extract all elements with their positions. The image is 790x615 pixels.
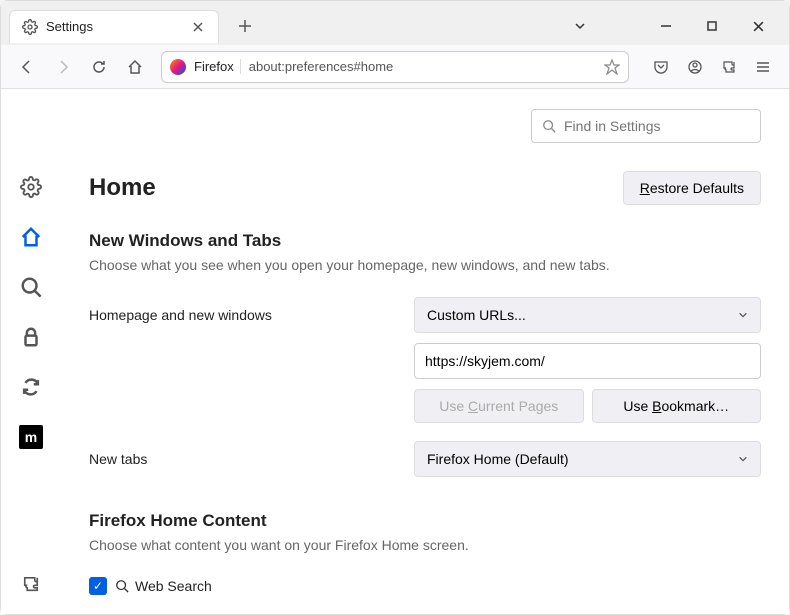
use-bookmark-button[interactable]: Use Bookmark… [592,389,762,423]
forward-button[interactable] [47,51,79,83]
reload-button[interactable] [83,51,115,83]
sidebar-item-search[interactable] [13,269,49,305]
sidebar-item-home[interactable] [13,219,49,255]
tab-title: Settings [46,19,182,34]
search-icon [542,119,556,133]
sidebar-item-general[interactable] [13,169,49,205]
newtabs-label: New tabs [89,451,414,467]
extensions-icon[interactable] [713,51,745,83]
sidebar-item-sync[interactable] [13,369,49,405]
minimize-button[interactable] [643,10,689,42]
url-bar[interactable]: Firefox about:preferences#home [161,51,629,83]
sidebar-item-privacy[interactable] [13,319,49,355]
restore-defaults-button[interactable]: Restore Defaults [623,171,761,205]
chevron-down-icon [738,454,748,464]
new-tab-button[interactable] [231,12,259,40]
maximize-button[interactable] [689,10,735,42]
menu-icon[interactable] [747,51,779,83]
content-pane: m Home Restore Defaults New Windows and … [1,89,789,614]
settings-sidebar: m [1,89,61,614]
close-window-button[interactable] [735,10,781,42]
page-title: Home [89,174,156,202]
sidebar-item-mozilla[interactable]: m [13,419,49,455]
gear-icon [22,19,38,35]
tab-bar: Settings [1,1,789,45]
search-icon [115,579,129,593]
url-prefix: Firefox [194,59,241,74]
section-description: Choose what you see when you open your h… [89,257,761,273]
tab-settings[interactable]: Settings [9,10,219,43]
section-title-windows-tabs: New Windows and Tabs [89,231,761,251]
sidebar-item-extensions[interactable] [13,566,49,602]
homepage-url-input[interactable] [414,343,761,379]
window-controls [557,10,781,42]
chevron-down-icon[interactable] [557,10,603,42]
url-text: about:preferences#home [249,59,596,74]
settings-search[interactable] [531,109,761,143]
close-icon[interactable] [190,19,206,35]
mozilla-icon: m [19,425,43,449]
home-content-description: Choose what content you want on your Fir… [89,537,761,553]
account-icon[interactable] [679,51,711,83]
homepage-select[interactable]: Custom URLs... [414,297,761,333]
pocket-icon[interactable] [645,51,677,83]
home-button[interactable] [119,51,151,83]
chevron-down-icon [738,310,748,320]
newtabs-select[interactable]: Firefox Home (Default) [414,441,761,477]
web-search-label: Web Search [115,578,212,594]
section-title-home-content: Firefox Home Content [89,511,761,531]
search-input[interactable] [564,118,750,134]
firefox-logo-icon [170,59,186,75]
main-content: Home Restore Defaults New Windows and Ta… [61,89,789,614]
back-button[interactable] [11,51,43,83]
nav-toolbar: Firefox about:preferences#home [1,45,789,89]
bookmark-star-icon[interactable] [604,59,620,75]
use-current-pages-button[interactable]: Use Current Pages [414,389,584,423]
web-search-checkbox[interactable]: ✓ [89,577,107,595]
homepage-label: Homepage and new windows [89,307,414,323]
